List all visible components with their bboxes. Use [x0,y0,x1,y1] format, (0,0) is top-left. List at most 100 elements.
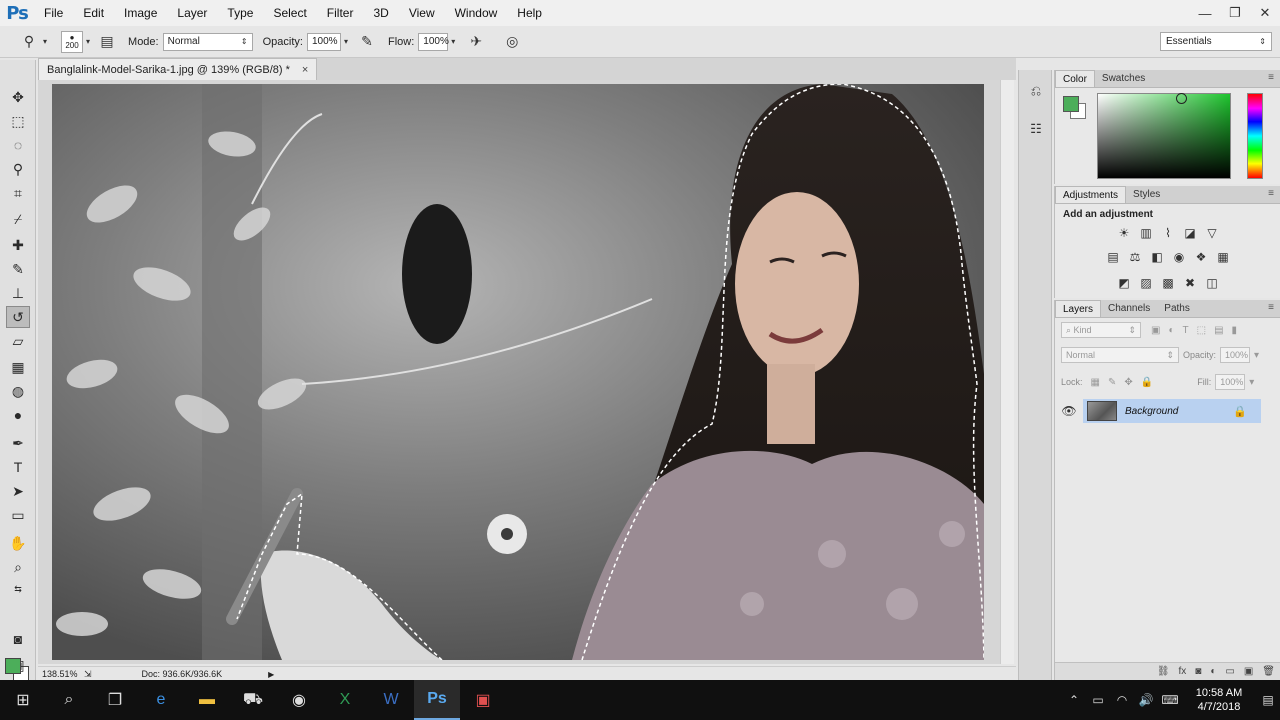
menu-file[interactable]: File [34,0,73,26]
quick-mask-icon[interactable]: ◙ [6,628,30,650]
document-image[interactable] [52,84,984,660]
language-icon[interactable]: ⌨ [1158,693,1182,707]
hue-saturation-icon[interactable]: ▤ [1104,248,1122,266]
recorder-icon[interactable]: ▣ [460,680,506,720]
filter-adjustment-icon[interactable]: ◐ [1168,325,1174,336]
store-icon[interactable]: ⛟ [230,680,276,720]
panel-menu-icon[interactable]: ≡ [1268,72,1274,83]
properties-panel-icon[interactable]: ☷ [1025,118,1047,140]
lock-position-icon[interactable]: ✥ [1124,377,1132,388]
lock-image-icon[interactable]: ✎ [1108,377,1116,388]
menu-help[interactable]: Help [507,0,552,26]
filter-toggle-icon[interactable]: ▮ [1232,325,1238,336]
exposure-icon[interactable]: ◪ [1181,224,1199,242]
wifi-icon[interactable]: ◠ [1110,693,1134,707]
airbrush-icon[interactable]: ✈ [465,31,487,53]
tool-preset-dropdown-icon[interactable]: ▾ [43,37,47,46]
add-mask-icon[interactable]: ◙ [1195,666,1201,677]
history-panel-icon[interactable]: ⎌ [1025,80,1047,102]
link-layers-icon[interactable]: ⛓ [1157,666,1170,677]
clone-stamp-tool-icon[interactable]: ⊥ [6,282,30,304]
layer-style-icon[interactable]: fx [1179,666,1187,677]
path-selection-tool-icon[interactable]: ➤ [6,480,30,502]
rectangle-tool-icon[interactable]: ▭ [6,504,30,526]
panel-menu-icon[interactable]: ≡ [1268,302,1274,313]
invert-icon[interactable]: ◩ [1115,274,1133,292]
task-view-icon[interactable]: ❐ [92,680,138,720]
black-white-icon[interactable]: ◧ [1148,248,1166,266]
show-hidden-icons-icon[interactable]: ⌃ [1062,693,1086,707]
file-explorer-icon[interactable]: ▬ [184,680,230,720]
notifications-icon[interactable]: ▤ [1256,693,1280,707]
eraser-tool-icon[interactable]: ▱ [6,330,30,352]
status-menu-arrow-icon[interactable]: ▶ [268,670,274,679]
color-picker-field[interactable] [1097,93,1231,179]
layer-visibility-eye-icon[interactable]: 👁 [1055,404,1083,418]
zoom-level-field[interactable]: 138.51% [38,669,78,679]
menu-filter[interactable]: Filter [317,0,364,26]
quick-selection-tool-preset-icon[interactable]: ⚲ [18,31,40,53]
layer-filter-select[interactable]: ⌕ Kind ⇕ [1061,322,1141,338]
start-icon[interactable]: ⊞ [0,680,46,720]
history-brush-tool-icon[interactable]: ↺ [6,306,30,328]
brightness-contrast-icon[interactable]: ☀ [1115,224,1133,242]
foreground-color-swatch[interactable] [5,658,21,674]
excel-icon[interactable]: X [322,680,368,720]
threshold-icon[interactable]: ▩ [1159,274,1177,292]
brush-panel-toggle-icon[interactable]: ▤ [96,31,118,53]
menu-view[interactable]: View [399,0,445,26]
pressure-opacity-icon[interactable]: ✎ [356,31,378,53]
filter-pixel-icon[interactable]: ▣ [1151,325,1160,336]
filter-type-icon[interactable]: T [1183,325,1189,336]
flow-field[interactable]: 100% [418,32,449,51]
layer-item-background[interactable]: Background 🔒 [1083,399,1261,423]
color-balance-icon[interactable]: ⚖ [1126,248,1144,266]
camera-icon[interactable]: ◉ [276,680,322,720]
color-picker-cursor[interactable] [1176,93,1187,104]
tab-swatches[interactable]: Swatches [1095,70,1152,87]
layer-opacity-field[interactable]: 100% [1220,347,1251,363]
taskbar-clock[interactable]: 10:58 AM 4/7/2018 [1188,686,1250,714]
healing-brush-tool-icon[interactable]: ✚ [6,234,30,256]
hand-tool-icon[interactable]: ✋ [6,532,30,554]
tab-color[interactable]: Color [1055,70,1095,87]
new-adjustment-layer-icon[interactable]: ◐ [1210,666,1216,677]
close-document-icon[interactable]: × [302,64,308,76]
hue-slider[interactable] [1247,93,1263,179]
brush-dropdown-icon[interactable]: ▾ [86,37,90,46]
filter-smart-object-icon[interactable]: ▤ [1214,325,1223,336]
filter-shape-icon[interactable]: ⬚ [1197,325,1206,336]
menu-select[interactable]: Select [263,0,316,26]
type-tool-icon[interactable]: T [6,456,30,478]
opacity-field[interactable]: 100% [306,32,341,51]
menu-window[interactable]: Window [445,0,508,26]
tab-adjustments[interactable]: Adjustments [1055,186,1127,203]
document-tab[interactable]: Banglalink-Model-Sarika-1.jpg @ 139% (RG… [38,58,318,80]
restore-button[interactable]: ❐ [1220,0,1250,26]
menu-image[interactable]: Image [114,0,167,26]
tab-layers[interactable]: Layers [1055,300,1102,317]
new-group-icon[interactable]: ▭ [1225,666,1234,677]
menu-edit[interactable]: Edit [73,0,114,26]
new-layer-icon[interactable]: ▣ [1244,666,1253,677]
lasso-tool-icon[interactable]: ◌ [6,134,30,156]
pressure-size-icon[interactable]: ◎ [501,31,523,53]
layer-row[interactable]: 👁 Background 🔒 [1055,398,1280,424]
quick-selection-tool-icon[interactable]: ⚲ [6,158,30,180]
status-export-icon[interactable]: ⇲ [84,669,92,680]
swap-colors-icon[interactable]: ⇆ [6,578,30,600]
gradient-tool-icon[interactable]: ▦ [6,356,30,378]
delete-layer-icon[interactable]: 🗑 [1262,666,1275,677]
photo-filter-icon[interactable]: ◉ [1170,248,1188,266]
pen-tool-icon[interactable]: ✒ [6,432,30,454]
menu-layer[interactable]: Layer [167,0,217,26]
flow-dropdown-icon[interactable]: ▾ [451,37,455,46]
menu-type[interactable]: Type [217,0,263,26]
tab-channels[interactable]: Channels [1101,300,1157,317]
posterize-icon[interactable]: ▨ [1137,274,1155,292]
zoom-tool-icon[interactable]: ⌕ [6,556,30,578]
levels-icon[interactable]: ▥ [1137,224,1155,242]
crop-tool-icon[interactable]: ⌗ [6,182,30,204]
blur-tool-icon[interactable]: ◍ [6,380,30,402]
canvas-area[interactable] [38,80,1014,664]
